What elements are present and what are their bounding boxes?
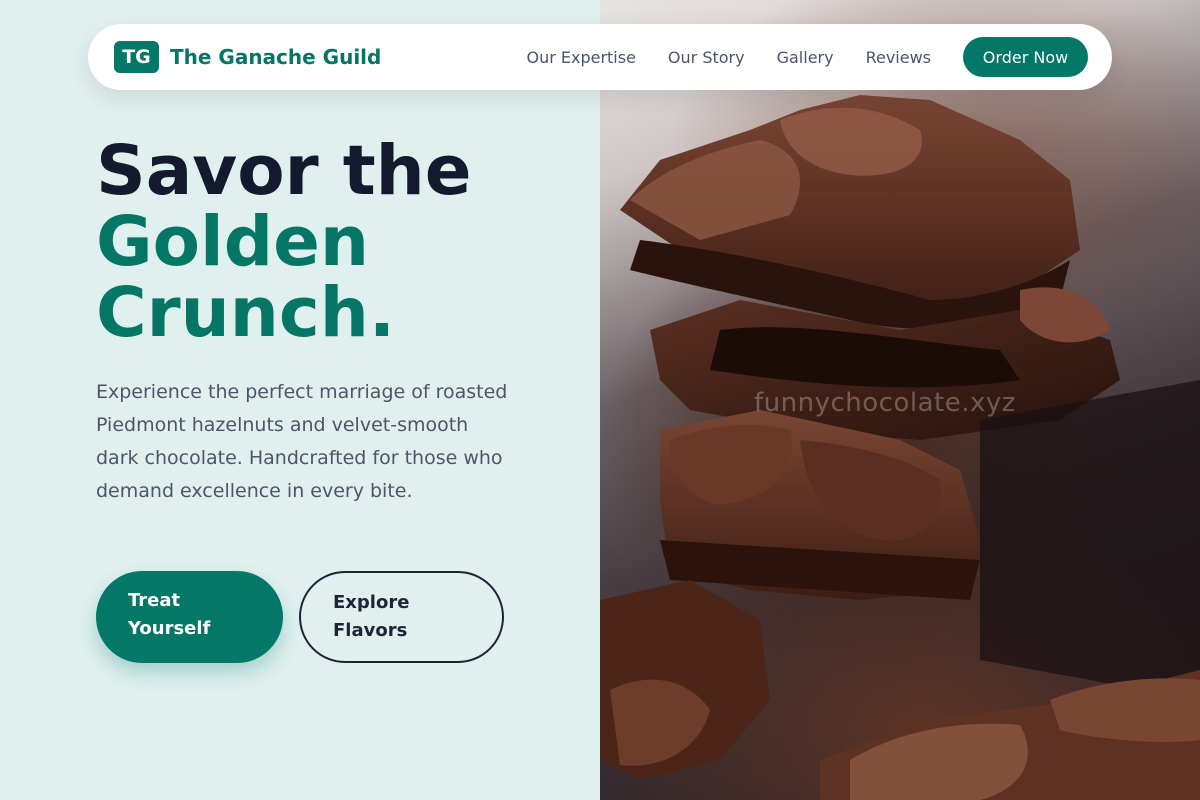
brand-logo[interactable]: TG The Ganache Guild (114, 41, 381, 73)
top-navbar: TG The Ganache Guild Our Expertise Our S… (88, 24, 1112, 90)
nav-link-reviews[interactable]: Reviews (866, 48, 931, 67)
hero-title-line-3: Crunch. (96, 273, 396, 353)
nav-links: Our Expertise Our Story Gallery Reviews (526, 48, 931, 67)
treat-yourself-button[interactable]: Treat Yourself (96, 571, 283, 663)
watermark-text: funnychocolate.xyz (754, 388, 1016, 418)
nav-link-our-expertise[interactable]: Our Expertise (526, 48, 635, 67)
nav-link-gallery[interactable]: Gallery (777, 48, 834, 67)
hero-title: Savor the Golden Crunch. (96, 136, 472, 349)
nav-link-our-story[interactable]: Our Story (668, 48, 745, 67)
order-now-button[interactable]: Order Now (963, 37, 1088, 77)
brand-mark-icon: TG (114, 41, 159, 73)
brand-name: The Ganache Guild (170, 45, 382, 69)
explore-flavors-button[interactable]: Explore Flavors (299, 571, 504, 663)
hero-title-line-2: Golden (96, 202, 370, 282)
hero-title-line-1: Savor the (96, 131, 472, 211)
hero-description: Experience the perfect marriage of roast… (96, 381, 508, 502)
